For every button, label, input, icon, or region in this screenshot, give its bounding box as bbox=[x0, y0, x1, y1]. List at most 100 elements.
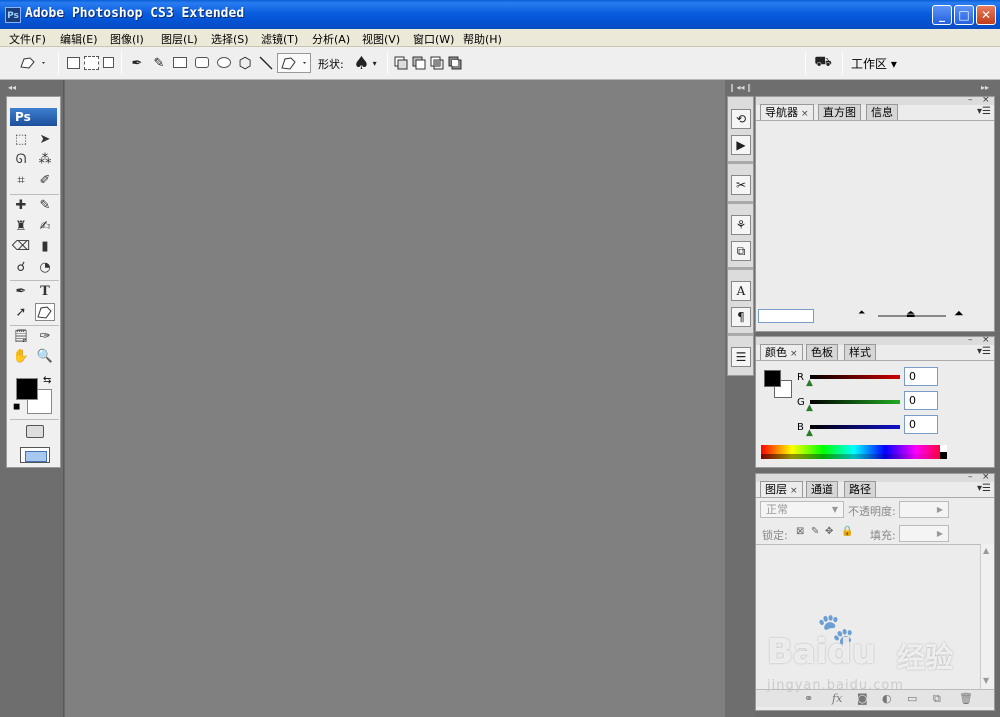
marquee-tool-icon[interactable]: ⬚ bbox=[11, 131, 31, 149]
close-panel-icon[interactable]: × bbox=[982, 95, 990, 105]
green-channel-slider[interactable] bbox=[810, 400, 900, 404]
close-icon[interactable]: × bbox=[790, 486, 798, 496]
lasso-tool-icon[interactable]: ᘏ bbox=[11, 151, 31, 169]
adjustment-layer-icon[interactable]: ◐ bbox=[882, 692, 892, 705]
collapse-arrows-icon[interactable]: ◂◂ bbox=[8, 83, 16, 92]
shape-layers-mode-button[interactable] bbox=[67, 57, 80, 69]
tab-histogram[interactable]: 直方图 bbox=[818, 104, 861, 120]
expand-dock-icon[interactable]: ▸▸ bbox=[981, 83, 989, 92]
tab-color[interactable]: 颜色 × bbox=[760, 344, 803, 360]
history-panel-icon[interactable]: ⟲ bbox=[731, 109, 751, 129]
zoom-in-icon[interactable]: ⏶ bbox=[954, 306, 964, 321]
scroll-down-icon[interactable]: ▼ bbox=[983, 676, 989, 685]
tab-styles[interactable]: 样式 bbox=[844, 344, 876, 360]
custom-shape-tool-icon[interactable] bbox=[35, 303, 55, 321]
layer-comps-panel-icon[interactable]: ☰ bbox=[731, 347, 751, 367]
menu-image[interactable]: 图像(I) bbox=[110, 31, 144, 47]
eyedropper-tool-icon[interactable]: ✑ bbox=[35, 328, 55, 346]
collapse-dock-icon[interactable]: ‖ ◂◂ ‖ bbox=[730, 83, 751, 92]
tab-navigator[interactable]: 导航器 × bbox=[760, 104, 814, 120]
character-panel-icon[interactable]: A bbox=[731, 281, 751, 301]
paths-mode-button[interactable] bbox=[84, 56, 99, 70]
close-panel-icon[interactable]: × bbox=[982, 335, 990, 345]
magic-wand-tool-icon[interactable]: ⁂ bbox=[35, 151, 55, 169]
minimize-button[interactable]: _ bbox=[932, 5, 952, 25]
blue-value-field[interactable]: 0 bbox=[904, 415, 938, 434]
brush-tool-icon[interactable]: ✎ bbox=[35, 197, 55, 215]
layer-list[interactable] bbox=[756, 544, 980, 689]
slider-thumb[interactable]: ⏏ bbox=[906, 309, 915, 320]
lock-transparency-icon[interactable]: ⊠ bbox=[796, 526, 804, 537]
black-white-swatch[interactable] bbox=[940, 445, 947, 459]
polygon-tool-icon[interactable]: ⬡ bbox=[237, 54, 253, 72]
custom-shape-tool-button[interactable] bbox=[277, 53, 311, 73]
minimize-panel-icon[interactable]: – bbox=[968, 472, 973, 482]
workspace-menu-button[interactable]: 工作区 ▾ bbox=[851, 55, 897, 72]
panel-menu-icon[interactable]: ▾☰ bbox=[977, 346, 991, 357]
menu-view[interactable]: 视图(V) bbox=[362, 31, 400, 47]
menu-help[interactable]: 帮助(H) bbox=[463, 31, 502, 47]
panel-menu-icon[interactable]: ▾☰ bbox=[977, 106, 991, 117]
swap-colors-icon[interactable]: ⇆ bbox=[43, 375, 51, 386]
close-icon[interactable]: × bbox=[801, 109, 809, 119]
fill-field[interactable]: ▶ bbox=[899, 525, 949, 542]
opacity-field[interactable]: ▶ bbox=[899, 501, 949, 518]
scroll-up-icon[interactable]: ▲ bbox=[983, 546, 989, 555]
layer-style-icon[interactable]: fx bbox=[832, 692, 842, 705]
healing-brush-tool-icon[interactable]: ✚ bbox=[11, 197, 31, 215]
layer-list-scrollbar[interactable]: ▲ ▼ bbox=[980, 544, 994, 689]
lock-image-icon[interactable]: ✎ bbox=[811, 526, 819, 537]
blur-tool-icon[interactable]: ☌ bbox=[11, 259, 31, 277]
quick-mask-button[interactable] bbox=[26, 425, 44, 438]
crop-tool-icon[interactable]: ⌗ bbox=[11, 172, 31, 190]
pen-tool-icon[interactable]: ✒ bbox=[11, 283, 31, 301]
navigator-zoom-field[interactable] bbox=[758, 309, 814, 323]
slider-thumb[interactable]: ▲ bbox=[806, 378, 813, 388]
menu-select[interactable]: 选择(S) bbox=[211, 31, 249, 47]
panel-menu-icon[interactable]: ▾☰ bbox=[977, 483, 991, 494]
document-workspace[interactable] bbox=[65, 80, 725, 717]
lock-all-icon[interactable]: 🔒 bbox=[841, 526, 853, 537]
dodge-tool-icon[interactable]: ◔ bbox=[35, 259, 55, 277]
intersect-shapes-icon[interactable] bbox=[429, 55, 445, 71]
green-value-field[interactable]: 0 bbox=[904, 391, 938, 410]
path-selection-tool-icon[interactable]: ➚ bbox=[11, 304, 31, 322]
minimize-panel-icon[interactable]: – bbox=[968, 335, 973, 345]
combine-shapes-icon[interactable] bbox=[393, 55, 409, 71]
gradient-tool-icon[interactable]: ▮ bbox=[35, 238, 55, 256]
tool-preset-picker[interactable] bbox=[18, 55, 48, 71]
maximize-button[interactable]: □ bbox=[954, 5, 974, 25]
freeform-pen-tool-icon[interactable]: ✎ bbox=[151, 55, 167, 71]
slider-thumb[interactable]: ▲ bbox=[806, 403, 813, 413]
default-colors-icon[interactable]: ◼ bbox=[13, 402, 20, 412]
bridge-button[interactable]: ⛟ bbox=[812, 54, 834, 71]
exclude-shapes-icon[interactable] bbox=[447, 55, 463, 71]
ellipse-tool-icon[interactable] bbox=[217, 57, 231, 68]
link-layers-icon[interactable]: ⚭ bbox=[804, 692, 813, 705]
tab-paths[interactable]: 路径 bbox=[844, 481, 876, 497]
slice-tool-icon[interactable]: ✐ bbox=[35, 172, 55, 190]
tab-channels[interactable]: 通道 bbox=[806, 481, 838, 497]
clone-stamp-tool-icon[interactable]: ♜ bbox=[11, 218, 31, 236]
new-group-icon[interactable]: ▭ bbox=[907, 692, 917, 705]
lock-position-icon[interactable]: ✥ bbox=[825, 526, 833, 537]
menu-layer[interactable]: 图层(L) bbox=[161, 31, 198, 47]
foreground-color-swatch-front[interactable] bbox=[764, 370, 781, 387]
fill-pixels-mode-button[interactable] bbox=[103, 57, 114, 68]
clone-source-panel-icon[interactable]: ⧉ bbox=[731, 241, 751, 261]
move-tool-icon[interactable]: ➤ bbox=[35, 131, 55, 149]
tab-info[interactable]: 信息 bbox=[866, 104, 898, 120]
menu-window[interactable]: 窗口(W) bbox=[413, 31, 454, 47]
type-tool-icon[interactable]: T bbox=[35, 283, 55, 301]
history-brush-tool-icon[interactable]: ✍ bbox=[35, 218, 55, 236]
brushes-panel-icon[interactable]: ⚘ bbox=[731, 215, 751, 235]
zoom-out-icon[interactable]: ⏶ bbox=[858, 308, 865, 318]
actions-panel-icon[interactable]: ▶ bbox=[731, 135, 751, 155]
red-value-field[interactable]: 0 bbox=[904, 367, 938, 386]
blue-channel-slider[interactable] bbox=[810, 425, 900, 429]
tab-layers[interactable]: 图层 × bbox=[760, 481, 803, 497]
tool-presets-panel-icon[interactable]: ✂ bbox=[731, 175, 751, 195]
ps-logo[interactable]: Ps bbox=[10, 108, 57, 126]
color-spectrum-bar[interactable] bbox=[761, 445, 947, 459]
foreground-color-swatch-front[interactable] bbox=[16, 378, 38, 400]
